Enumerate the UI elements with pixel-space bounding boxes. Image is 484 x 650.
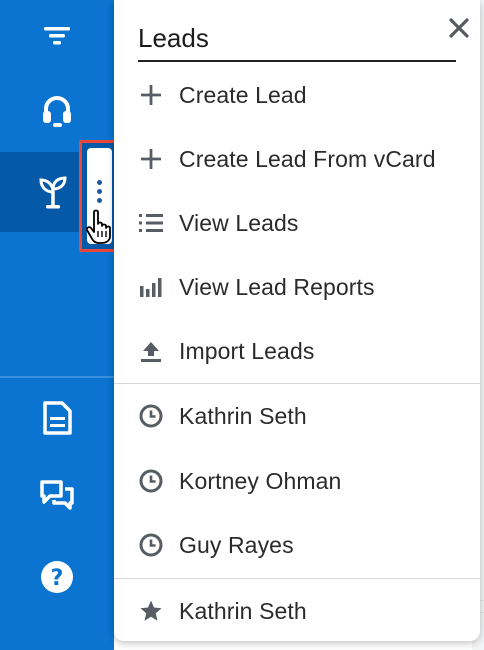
menu-item-label: Kathrin Seth <box>179 597 307 624</box>
plus-icon <box>136 144 166 174</box>
menu-item-view-lead-reports[interactable]: View Lead Reports <box>114 255 480 319</box>
svg-text:?: ? <box>51 566 64 591</box>
funnel-icon <box>44 27 70 45</box>
list-icon <box>136 208 166 238</box>
menu-item-label: View Leads <box>179 209 299 236</box>
headset-icon <box>43 96 71 127</box>
sidebar: ? <box>0 0 114 650</box>
upload-icon <box>136 336 166 366</box>
sprout-icon <box>39 176 67 209</box>
kebab-dot <box>97 189 102 194</box>
sidebar-item-help[interactable]: ? <box>0 537 114 617</box>
kebab-dot <box>97 180 102 185</box>
bar-chart-icon <box>136 272 166 302</box>
close-icon[interactable] <box>445 14 473 42</box>
menu-item-label: Guy Rayes <box>179 531 294 558</box>
star-icon <box>136 596 166 626</box>
chat-bubbles-icon <box>40 480 74 510</box>
menu-item-label: Kathrin Seth <box>179 402 307 429</box>
menu-item-recent[interactable]: Guy Rayes <box>114 513 480 577</box>
menu-item-import-leads[interactable]: Import Leads <box>114 319 480 383</box>
kebab-dot <box>97 198 102 203</box>
menu-item-label: Create Lead From vCard <box>179 145 436 172</box>
hand-cursor-icon <box>86 209 111 244</box>
sidebar-item-messages[interactable] <box>0 455 114 535</box>
menu-item-recent[interactable]: Kortney Ohman <box>114 449 480 513</box>
menu-title: Leads <box>138 18 456 62</box>
help-circle-icon: ? <box>41 561 73 593</box>
clock-icon <box>136 401 166 431</box>
clock-icon <box>136 530 166 560</box>
menu-item-recent[interactable]: Kathrin Seth <box>114 384 480 448</box>
menu-item-view-leads[interactable]: View Leads <box>114 191 480 255</box>
menu-item-favorite[interactable]: Kathrin Seth <box>114 579 480 643</box>
sidebar-item-funnel[interactable] <box>0 0 114 76</box>
menu-item-create-lead-vcard[interactable]: Create Lead From vCard <box>114 127 480 191</box>
clock-icon <box>136 466 166 496</box>
menu-item-label: Kortney Ohman <box>179 467 342 494</box>
leads-menu: Leads Create Lead Create Lead From vCard… <box>114 0 480 641</box>
menu-item-label: Import Leads <box>179 337 315 364</box>
menu-item-label: View Lead Reports <box>179 273 375 300</box>
plus-icon <box>136 80 166 110</box>
document-icon <box>43 401 72 435</box>
sidebar-item-documents[interactable] <box>0 378 114 458</box>
menu-item-label: Create Lead <box>179 81 307 108</box>
menu-item-create-lead[interactable]: Create Lead <box>114 63 480 127</box>
